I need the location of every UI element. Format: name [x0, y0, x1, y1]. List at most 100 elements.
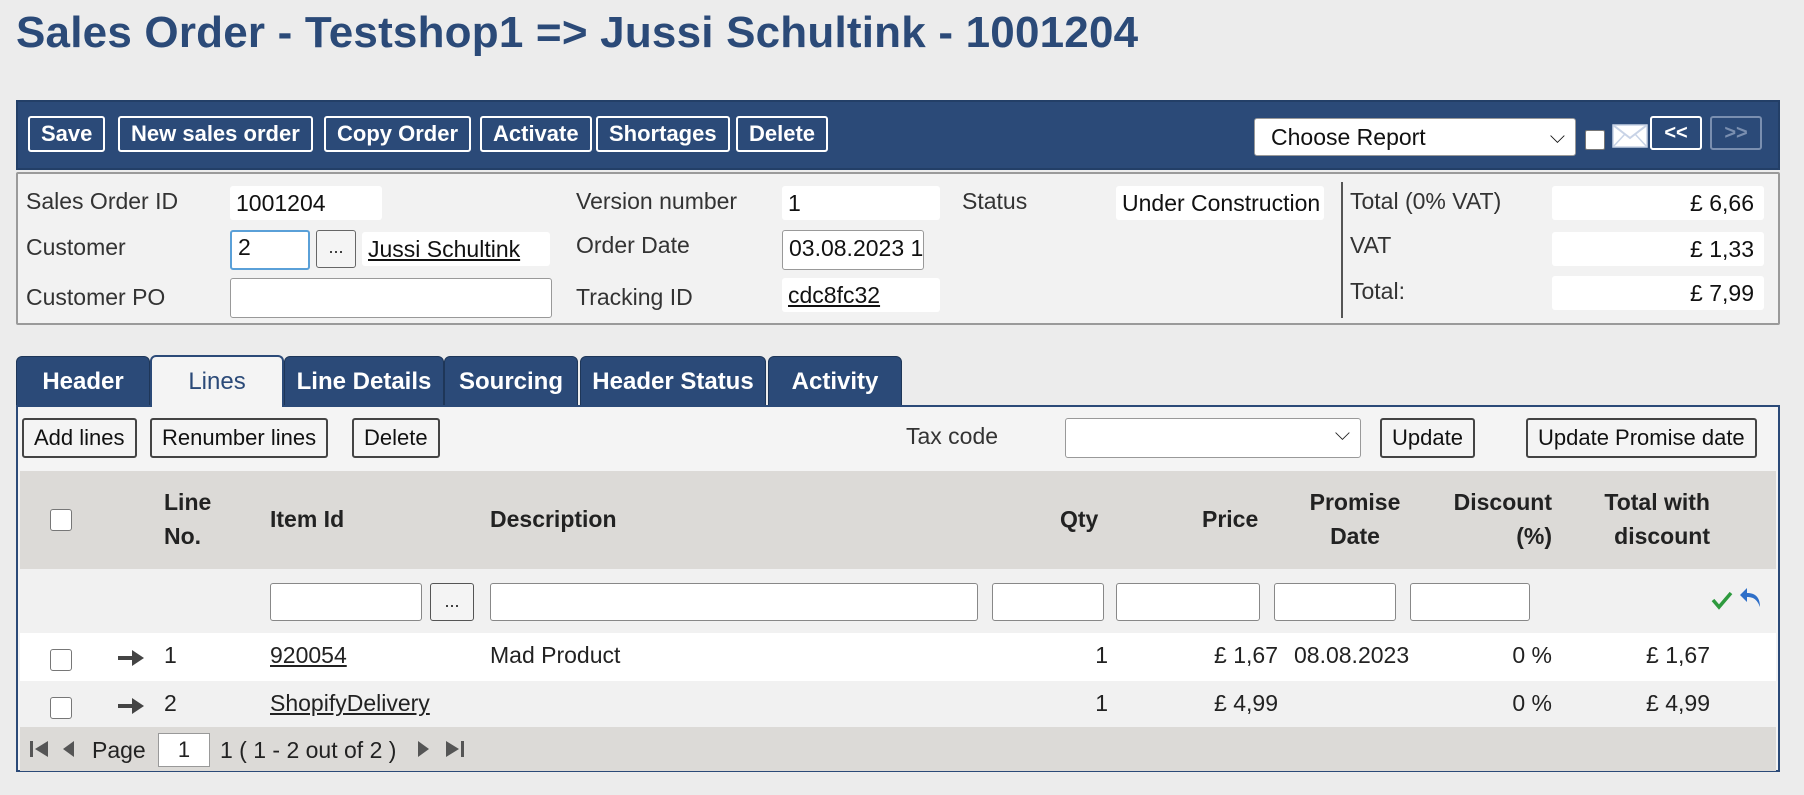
- row-qty: 1: [1095, 642, 1108, 668]
- tab-activity[interactable]: Activity: [768, 356, 902, 406]
- status-value: Under Construction: [1116, 186, 1324, 220]
- customer-po-input[interactable]: [230, 278, 552, 318]
- sales-order-id-label: Sales Order ID: [26, 188, 179, 214]
- undo-icon[interactable]: [1738, 585, 1764, 609]
- column-discount[interactable]: Discount (%): [1420, 485, 1552, 553]
- new-description-input[interactable]: [490, 583, 978, 621]
- last-page-icon[interactable]: [444, 739, 466, 759]
- new-promise-date-input[interactable]: [1274, 583, 1396, 621]
- report-email-checkbox[interactable]: [1585, 130, 1605, 150]
- tracking-id-text[interactable]: cdc8fc32: [788, 282, 880, 308]
- customer-label: Customer: [26, 234, 126, 260]
- new-sales-order-button[interactable]: New sales order: [118, 116, 313, 152]
- previous-page-icon[interactable]: [60, 739, 76, 759]
- tracking-id-link[interactable]: cdc8fc32: [782, 278, 940, 312]
- next-page-icon[interactable]: [416, 739, 432, 759]
- column-promise-line2: Date: [1330, 523, 1380, 549]
- tab-sourcing[interactable]: Sourcing: [444, 356, 578, 406]
- row-discount: 0 %: [1512, 642, 1552, 668]
- new-qty-input[interactable]: [992, 583, 1104, 621]
- info-divider: [1341, 182, 1343, 318]
- vat-value: £ 1,33: [1552, 232, 1764, 266]
- tab-header[interactable]: Header: [16, 356, 150, 406]
- total-ex-vat-label: Total (0% VAT): [1350, 188, 1502, 214]
- update-button[interactable]: Update: [1380, 418, 1475, 458]
- total-label: Total:: [1350, 278, 1405, 304]
- tax-code-select[interactable]: ⌵: [1065, 418, 1361, 458]
- row-select-checkbox[interactable]: [50, 697, 72, 719]
- row-item-id-link[interactable]: 920054: [270, 642, 347, 669]
- customer-po-label: Customer PO: [26, 284, 166, 310]
- chevron-down-icon: ⌵: [1334, 423, 1350, 445]
- table-row[interactable]: 2 ShopifyDelivery 1 £ 4,99 0 % £ 4,99: [20, 681, 1776, 729]
- column-line-no[interactable]: Line No.: [164, 485, 211, 553]
- page-title: Sales Order - Testshop1 => Jussi Schulti…: [16, 8, 1139, 57]
- column-discount-line1: Discount: [1453, 489, 1552, 515]
- tracking-id-label: Tracking ID: [576, 284, 693, 310]
- column-qty[interactable]: Qty: [1060, 502, 1098, 536]
- customer-name-link[interactable]: Jussi Schultink: [362, 232, 550, 266]
- column-promise-date[interactable]: Promise Date: [1290, 485, 1420, 553]
- tab-header-status[interactable]: Header Status: [580, 356, 766, 406]
- customer-name-text[interactable]: Jussi Schultink: [368, 236, 520, 262]
- new-price-input[interactable]: [1116, 583, 1260, 621]
- first-page-icon[interactable]: [28, 739, 50, 759]
- row-item-id-link[interactable]: ShopifyDelivery: [270, 690, 430, 717]
- tab-line-details[interactable]: Line Details: [284, 356, 444, 406]
- next-record-button[interactable]: >>: [1710, 116, 1762, 150]
- item-lookup-button[interactable]: ...: [430, 583, 474, 621]
- row-select-checkbox[interactable]: [50, 649, 72, 671]
- select-all-checkbox[interactable]: [50, 509, 72, 531]
- version-number-value: 1: [782, 186, 940, 220]
- vat-label: VAT: [1350, 232, 1392, 258]
- new-discount-input[interactable]: [1410, 583, 1530, 621]
- customer-id-input[interactable]: 2: [230, 230, 310, 270]
- copy-order-button[interactable]: Copy Order: [324, 116, 472, 152]
- column-price[interactable]: Price: [1202, 502, 1258, 536]
- arrow-right-icon[interactable]: [116, 647, 146, 669]
- row-promise-date: 08.08.2023: [1294, 642, 1410, 668]
- column-line-no-line1: Line: [164, 489, 212, 515]
- update-promise-date-button[interactable]: Update Promise date: [1526, 418, 1757, 458]
- column-line-no-line2: No.: [164, 523, 202, 549]
- mail-icon[interactable]: [1612, 124, 1648, 148]
- order-date-input[interactable]: 03.08.2023 1: [782, 230, 924, 270]
- row-total: £ 1,67: [1646, 642, 1710, 668]
- save-button[interactable]: Save: [28, 116, 106, 152]
- tab-lines[interactable]: Lines: [150, 355, 284, 407]
- table-row[interactable]: 1 920054 Mad Product 1 £ 1,67 08.08.2023…: [20, 633, 1776, 681]
- row-line-no: 1: [164, 642, 177, 668]
- grid-header: Line No. Item Id Description Qty Price P…: [20, 471, 1776, 569]
- choose-report-select[interactable]: Choose Report ⌵: [1254, 118, 1576, 156]
- column-total-with-discount[interactable]: Total with discount: [1560, 485, 1710, 553]
- order-date-label: Order Date: [576, 232, 690, 258]
- new-item-id-input[interactable]: [270, 583, 422, 621]
- delete-lines-button[interactable]: Delete: [352, 418, 440, 458]
- pager: Page 1 1 ( 1 - 2 out of 2 ): [20, 727, 1776, 771]
- row-qty: 1: [1095, 690, 1108, 716]
- row-price: £ 4,99: [1214, 690, 1278, 716]
- column-discount-line2: (%): [1516, 523, 1552, 549]
- new-line-row: ...: [20, 569, 1776, 633]
- renumber-lines-button[interactable]: Renumber lines: [150, 418, 329, 458]
- version-number-label: Version number: [576, 188, 738, 214]
- row-line-no: 2: [164, 690, 177, 716]
- order-info-panel: Sales Order ID 1001204 Customer 2 ... Ju…: [16, 172, 1780, 325]
- row-description: Mad Product: [490, 642, 621, 668]
- column-description[interactable]: Description: [490, 502, 617, 536]
- row-discount: 0 %: [1512, 690, 1552, 716]
- tax-code-label: Tax code: [906, 423, 999, 449]
- total-ex-vat-value: £ 6,66: [1552, 186, 1764, 220]
- customer-lookup-button[interactable]: ...: [316, 230, 356, 268]
- sales-order-id-value: 1001204: [230, 186, 382, 220]
- arrow-right-icon[interactable]: [116, 695, 146, 717]
- column-item-id[interactable]: Item Id: [270, 502, 344, 536]
- add-lines-button[interactable]: Add lines: [22, 418, 137, 458]
- previous-record-button[interactable]: <<: [1650, 116, 1702, 150]
- checkmark-icon[interactable]: [1710, 589, 1734, 611]
- activate-button[interactable]: Activate: [480, 116, 592, 152]
- page-number-input[interactable]: 1: [158, 733, 210, 767]
- shortages-button[interactable]: Shortages: [596, 116, 730, 152]
- delete-order-button[interactable]: Delete: [736, 116, 829, 152]
- total-value: £ 7,99: [1552, 276, 1764, 310]
